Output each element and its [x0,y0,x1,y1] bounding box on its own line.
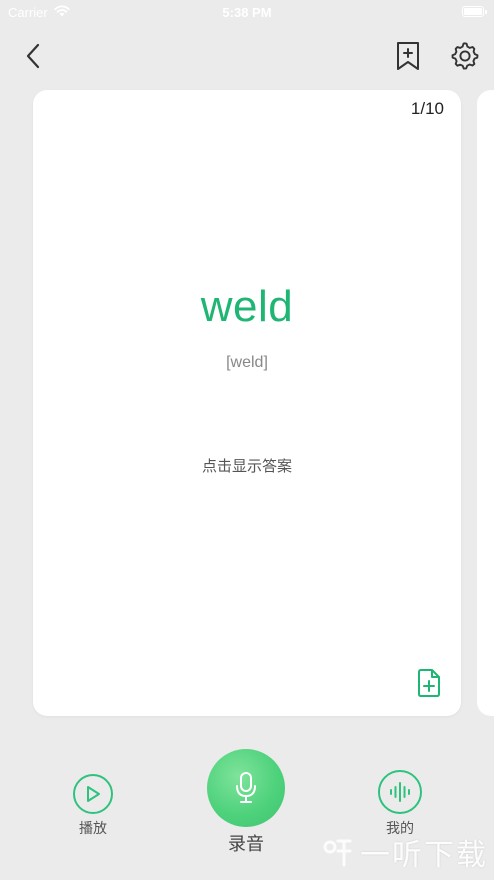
status-time: 5:38 PM [222,5,272,20]
flashcard[interactable]: 1/10 weld [weld] 点击显示答案 [33,90,461,716]
add-note-button[interactable] [415,668,443,703]
file-plus-icon [416,668,442,703]
watermark: 一听下载 [320,830,488,874]
show-answer-hint[interactable]: 点击显示答案 [33,455,461,476]
record-button[interactable]: 录音 [207,749,285,856]
chevron-left-icon [26,43,40,74]
app-screen: Carrier 5:38 PM 1/10 weld [weld] 点击显示答案 … [0,0,494,880]
watermark-text: 一听下载 [360,839,488,872]
microphone-icon [207,749,285,827]
battery-icon [462,6,487,17]
back-button[interactable] [13,36,53,80]
watermark-logo-icon [320,835,354,869]
record-label: 录音 [228,834,264,854]
sound-wave-icon [378,770,422,814]
my-recordings-button[interactable]: 我的 [378,770,422,838]
status-bar: Carrier 5:38 PM [0,0,494,26]
bookmark-add-button[interactable] [388,36,428,80]
nav-bar [0,36,494,80]
play-button[interactable]: 播放 [73,774,113,838]
bookmark-add-icon [395,41,421,76]
card-word: weld [200,282,294,331]
play-label: 播放 [79,820,107,836]
next-card-peek[interactable] [477,90,494,716]
gear-icon [450,41,480,76]
settings-button[interactable] [445,36,485,80]
card-counter: 1/10 [410,99,444,118]
card-phonetic: [weld] [226,354,268,371]
play-icon [73,774,113,814]
